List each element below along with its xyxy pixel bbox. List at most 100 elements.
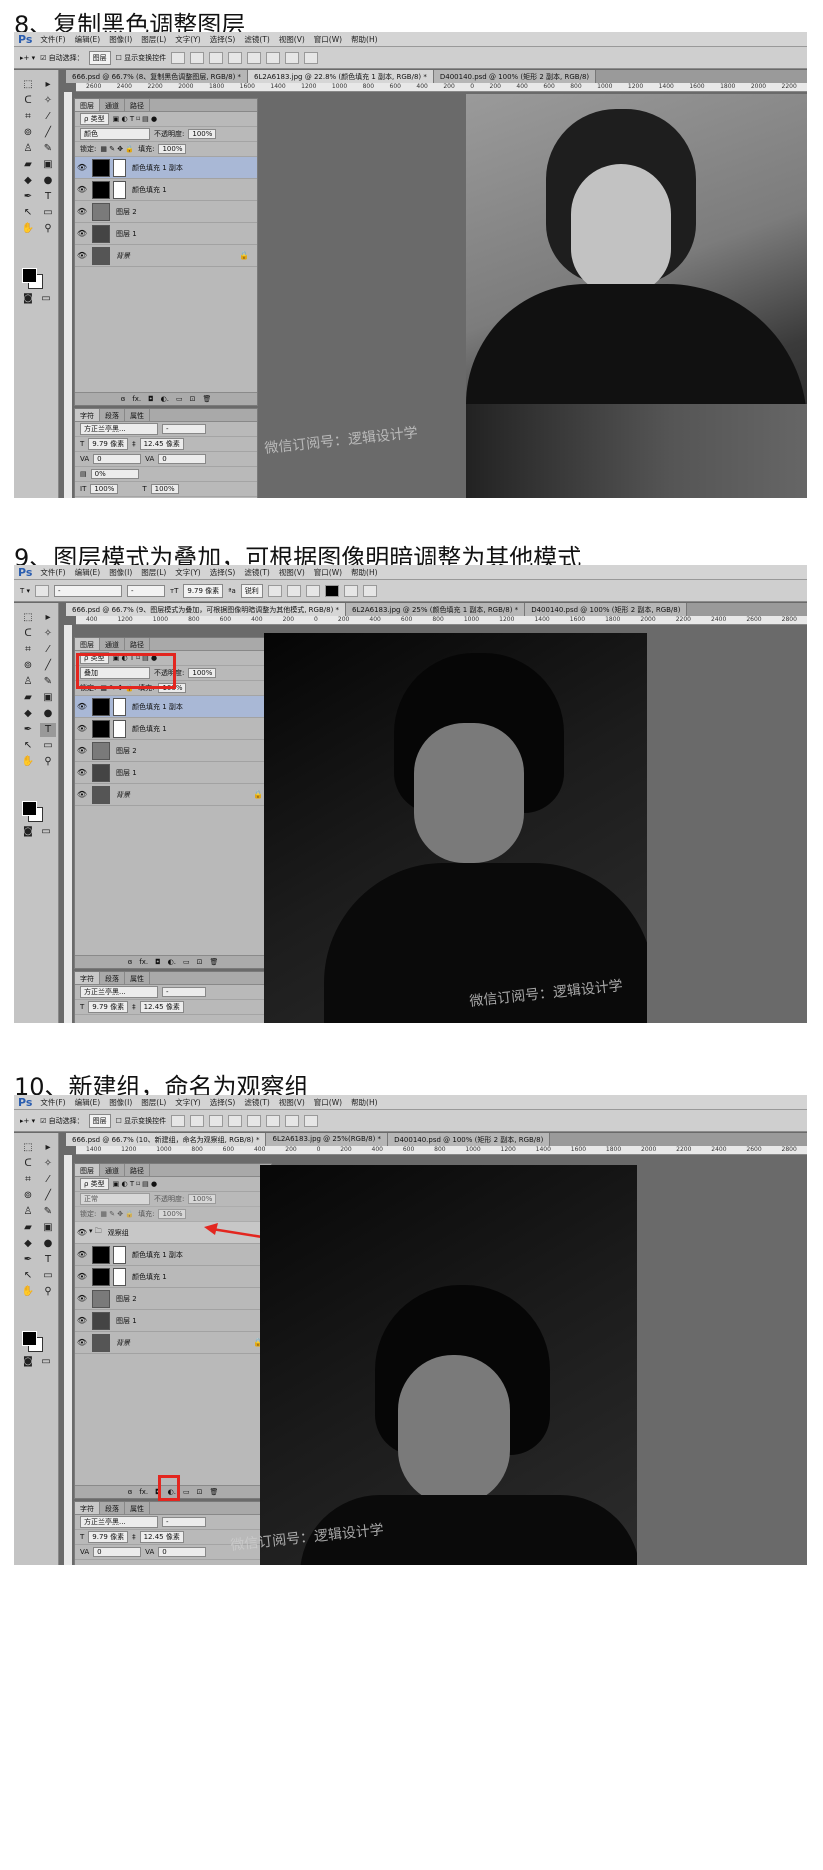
scale-input[interactable]: 0%	[90, 469, 139, 479]
dodge-tool-icon[interactable]: ●	[40, 1237, 56, 1251]
canvas-photo[interactable]	[264, 633, 647, 1023]
font-family-dropdown[interactable]: 方正兰亭黑...	[80, 423, 158, 435]
font-size-input[interactable]: 9.79 像素	[183, 583, 224, 598]
align-left-icon[interactable]	[267, 584, 282, 597]
font-family-dropdown[interactable]: 方正兰亭黑...	[80, 986, 158, 998]
path-select-icon[interactable]: ↖	[20, 739, 36, 753]
layer-row-fill[interactable]: 👁 颜色填充 1	[75, 179, 257, 201]
eyedropper-icon[interactable]: ⁄	[40, 643, 56, 657]
brush-tool-icon[interactable]: ╱	[40, 1189, 56, 1203]
leading-input[interactable]: 12.45 像素	[139, 1001, 184, 1013]
menu-image[interactable]: 图像(I)	[109, 1097, 132, 1108]
menu-layer[interactable]: 图层(L)	[141, 1097, 166, 1108]
new-group-icon[interactable]: ▭	[176, 395, 183, 403]
hand-tool-icon[interactable]: ✋	[20, 222, 36, 236]
doc-tab-d400140[interactable]: D400140.psd @ 100% (矩形 2 副本, RGB/8)	[525, 603, 688, 616]
distribute-icon[interactable]	[285, 51, 300, 64]
tab-channels[interactable]: 通道	[100, 1164, 125, 1176]
menu-file[interactable]: 文件(F)	[40, 1097, 65, 1108]
menu-filter[interactable]: 滤镜(T)	[244, 1097, 269, 1108]
tab-channels[interactable]: 通道	[100, 99, 125, 111]
link-layers-icon[interactable]: ɞ	[128, 958, 133, 966]
tab-character[interactable]: 字符	[75, 1502, 100, 1514]
layer-row-fill-copy[interactable]: 👁 颜色填充 1 副本	[75, 696, 271, 718]
eye-icon[interactable]: 👁	[75, 1316, 89, 1325]
eye-icon[interactable]: 👁	[75, 1228, 89, 1237]
type-tool-icon[interactable]: T	[40, 190, 56, 204]
brush-tool-icon[interactable]: ╱	[40, 126, 56, 140]
tab-paths[interactable]: 路径	[125, 638, 150, 650]
new-layer-icon[interactable]: ⊡	[197, 1488, 203, 1496]
new-layer-icon[interactable]: ⊡	[190, 395, 196, 403]
move-tool-icon[interactable]: ▸	[40, 78, 56, 92]
opacity-input[interactable]: 100%	[188, 129, 217, 139]
move-tool-icon[interactable]: ▸	[40, 611, 56, 625]
type-tool-icon[interactable]: T	[40, 1253, 56, 1267]
layer-row-fill-copy[interactable]: 👁 颜色填充 1 副本	[75, 157, 257, 179]
layer-row-layer1[interactable]: 👁 图层 1	[75, 762, 271, 784]
font-style-dropdown[interactable]: -	[127, 584, 166, 597]
font-family-dropdown[interactable]: -	[54, 584, 123, 597]
kerning-input[interactable]: 0	[93, 454, 142, 464]
text-color-swatch[interactable]	[324, 584, 339, 597]
font-style-dropdown[interactable]: -	[162, 1517, 206, 1527]
fill-input[interactable]: 100%	[158, 144, 187, 154]
foreground-color-swatch[interactable]	[22, 268, 37, 283]
shape-tool-icon[interactable]: ▭	[40, 206, 56, 220]
magic-wand-icon[interactable]: ✧	[40, 1157, 56, 1171]
path-select-icon[interactable]: ↖	[20, 1269, 36, 1283]
menu-window[interactable]: 窗口(W)	[314, 1097, 342, 1108]
layer-row-fill[interactable]: 👁 颜色填充 1	[75, 1266, 271, 1288]
opacity-input[interactable]: 100%	[188, 668, 217, 678]
healing-tool-icon[interactable]: ⊚	[20, 659, 36, 673]
add-mask-icon[interactable]: ◘	[148, 395, 154, 403]
layer-row-layer2[interactable]: 👁 图层 2	[75, 740, 271, 762]
menu-edit[interactable]: 编辑(E)	[75, 567, 101, 578]
foreground-color-swatch[interactable]	[22, 801, 37, 816]
stamp-tool-icon[interactable]: ♙	[20, 1205, 36, 1219]
menu-select[interactable]: 选择(S)	[210, 567, 236, 578]
quick-mask-icon[interactable]: ◙	[20, 292, 36, 306]
eraser-tool-icon[interactable]: ▰	[20, 158, 36, 172]
new-group-icon[interactable]: ▭	[183, 958, 190, 966]
path-select-icon[interactable]: ↖	[20, 206, 36, 220]
doc-tab-6183[interactable]: 6L2A6183.jpg @ 25%(RGB/8) *	[266, 1133, 389, 1146]
filter-icons[interactable]: ▣ ◐ T ⌑ ▤ ●	[113, 1180, 157, 1188]
doc-tab-666[interactable]: 666.psd @ 66.7% (10、新建组，命名为观察组, RGB/8) *	[66, 1133, 267, 1146]
tracking-input[interactable]: 0	[158, 454, 207, 464]
new-layer-icon[interactable]: ⊡	[197, 958, 203, 966]
tab-layers[interactable]: 图层	[75, 638, 100, 650]
move-tool-icon[interactable]: ▸	[40, 1141, 56, 1155]
doc-tab-d400140[interactable]: D400140.psd @ 100% (矩形 2 副本, RGB/8)	[388, 1133, 551, 1146]
blur-tool-icon[interactable]: ◆	[20, 1237, 36, 1251]
menu-select[interactable]: 选择(S)	[210, 34, 236, 45]
menu-select[interactable]: 选择(S)	[210, 1097, 236, 1108]
menu-filter[interactable]: 滤镜(T)	[244, 567, 269, 578]
distribute-h-icon[interactable]	[304, 1114, 319, 1127]
align-top-icon[interactable]	[171, 1114, 186, 1127]
quick-mask-icon[interactable]: ◙	[20, 825, 36, 839]
doc-tab-666[interactable]: 666.psd @ 66.7% (9、图层模式为叠加，可根据图像明暗调整为其他模…	[66, 603, 347, 616]
menu-help[interactable]: 帮助(H)	[351, 1097, 378, 1108]
align-right-icon[interactable]	[266, 1114, 281, 1127]
tab-paragraph[interactable]: 段落	[100, 972, 125, 984]
stamp-tool-icon[interactable]: ♙	[20, 142, 36, 156]
opacity-input[interactable]: 100%	[188, 1194, 217, 1204]
eye-icon[interactable]: 👁	[75, 724, 89, 733]
adjustment-icon[interactable]: ◐.	[161, 395, 169, 403]
menu-view[interactable]: 视图(V)	[279, 567, 305, 578]
history-brush-icon[interactable]: ✎	[40, 1205, 56, 1219]
leading-input[interactable]: 12.45 像素	[139, 438, 184, 450]
tab-character[interactable]: 字符	[75, 409, 100, 421]
menu-view[interactable]: 视图(V)	[279, 34, 305, 45]
marquee-tool-icon[interactable]: ⬚	[20, 611, 36, 625]
gradient-tool-icon[interactable]: ▣	[40, 1221, 56, 1235]
trash-icon[interactable]: 🗑	[203, 395, 212, 403]
eye-icon[interactable]: 👁	[75, 790, 89, 799]
fx-icon[interactable]: fx.	[132, 395, 141, 403]
eye-icon[interactable]: 👁	[75, 207, 89, 216]
marquee-tool-icon[interactable]: ⬚	[20, 78, 36, 92]
pen-tool-icon[interactable]: ✒	[20, 723, 36, 737]
type-tool-icon[interactable]: T ▾	[20, 587, 30, 595]
magic-wand-icon[interactable]: ✧	[40, 627, 56, 641]
